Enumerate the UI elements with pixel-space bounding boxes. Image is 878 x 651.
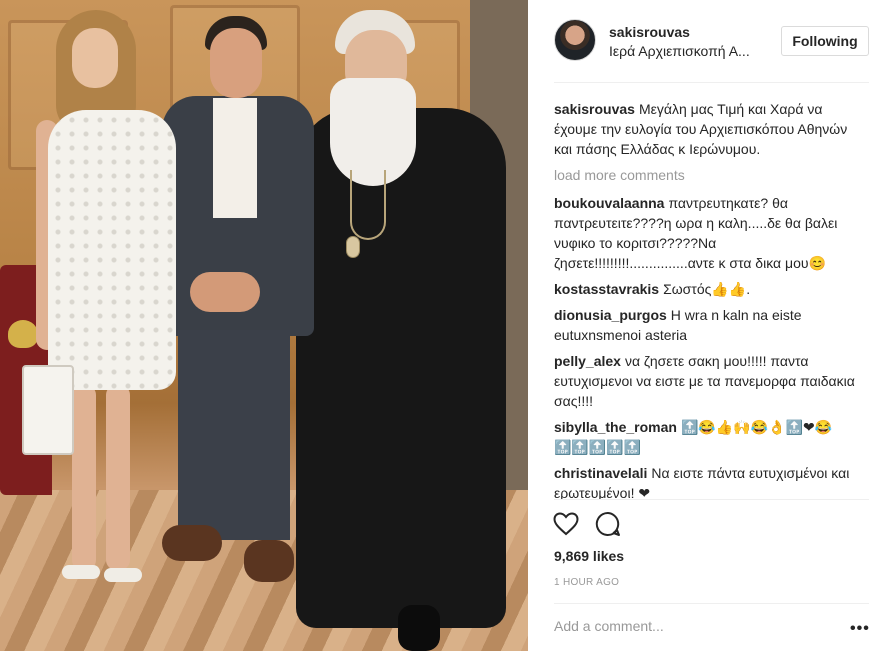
comment-item: kostasstavrakis Σωστός👍👍.: [554, 279, 869, 299]
more-options-icon[interactable]: •••: [850, 620, 870, 638]
woman-face: [72, 28, 118, 88]
post-header: sakisrouvas Ιερά Αρχιεπισκοπή Α... Follo…: [528, 0, 878, 82]
man-shoe: [162, 525, 222, 561]
comment-item: sibylla_the_roman 🔝😂👍🙌😂👌🔝❤😂 🔝🔝🔝🔝🔝: [554, 417, 869, 457]
divider: [554, 499, 869, 500]
comment-username[interactable]: sibylla_the_roman: [554, 419, 677, 435]
heart-icon[interactable]: [552, 510, 580, 538]
chair-emblem: [8, 320, 38, 348]
priest-pendant: [346, 236, 360, 258]
divider: [554, 82, 869, 83]
action-bar: [552, 510, 622, 540]
avatar[interactable]: [554, 19, 596, 61]
comment-text: Σωστός👍👍.: [663, 281, 751, 297]
man-pants: [178, 330, 290, 540]
woman-dress: [48, 110, 176, 390]
comment-username[interactable]: dionusia_purgos: [554, 307, 667, 323]
divider: [554, 603, 869, 604]
post-sidebar: sakisrouvas Ιερά Αρχιεπισκοπή Α... Follo…: [528, 0, 878, 651]
priest-chain: [350, 170, 386, 240]
woman-shoe: [62, 565, 100, 579]
man-hands: [190, 272, 260, 312]
man-face: [210, 28, 262, 98]
header-username[interactable]: sakisrouvas: [609, 24, 690, 40]
comment-item: boukouvalaanna παντρευτηκατε? θα παντρευτ…: [554, 193, 869, 273]
comments-list: sakisrouvas Μεγάλη μας Τιμή και Χαρά να έ…: [554, 99, 869, 499]
comment-username[interactable]: boukouvalaanna: [554, 195, 664, 211]
likes-count[interactable]: 9,869 likes: [554, 548, 624, 564]
add-comment-input[interactable]: [554, 618, 834, 634]
speech-bubble-icon[interactable]: [594, 510, 622, 538]
woman-shoe: [104, 568, 142, 582]
man-shoe: [244, 540, 294, 582]
header-location[interactable]: Ιερά Αρχιεπισκοπή Α...: [609, 43, 769, 59]
woman-leg: [72, 385, 96, 570]
comment-item: christinavelali Να ειστε πάντα ευτυχισμέν…: [554, 463, 869, 499]
comment-username[interactable]: pelly_alex: [554, 353, 621, 369]
load-more-comments[interactable]: load more comments: [554, 165, 869, 185]
post-time[interactable]: 1 HOUR AGO: [554, 577, 619, 588]
post-photo[interactable]: [0, 0, 528, 651]
comment-item: dionusia_purgos H wra n kaln na eiste eut…: [554, 305, 869, 345]
comment-item: pelly_alex να ζησετε σακη μου!!!!! παντα …: [554, 351, 869, 411]
following-button[interactable]: Following: [781, 26, 869, 56]
woman-leg: [106, 385, 130, 570]
comment-username[interactable]: kostasstavrakis: [554, 281, 659, 297]
priest-shoe: [398, 605, 440, 651]
comment-username[interactable]: christinavelali: [554, 465, 647, 481]
comment-username[interactable]: sakisrouvas: [554, 101, 635, 117]
priest-robe: [296, 108, 506, 628]
man-shirt: [213, 98, 257, 218]
caption: sakisrouvas Μεγάλη μας Τιμή και Χαρά να έ…: [554, 99, 869, 159]
handbag: [22, 365, 74, 455]
